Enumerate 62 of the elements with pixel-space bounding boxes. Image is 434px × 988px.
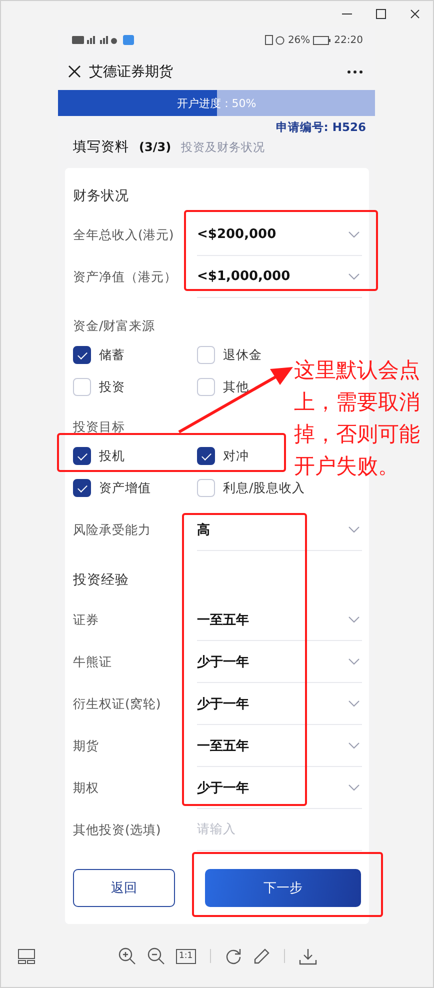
pencil-icon[interactable] — [252, 948, 270, 964]
field-label: 牛熊证 — [73, 654, 113, 670]
field-label: 其他投资(选填) — [73, 822, 162, 838]
section-heading: 投资经验 — [73, 571, 130, 590]
annotation-note: 这里默认会点上，需要取消掉，否则可能开户失败。 — [294, 357, 420, 480]
download-icon[interactable] — [298, 948, 317, 964]
maximize-icon[interactable] — [373, 6, 389, 22]
zoom-out-icon[interactable] — [147, 947, 165, 965]
step-count: (3/3) — [139, 140, 172, 154]
checkbox[interactable] — [197, 447, 215, 465]
battery-icon — [313, 36, 332, 44]
actual-size-button[interactable]: 1:1 — [176, 948, 196, 964]
next-button[interactable]: 下一步 — [205, 869, 361, 907]
application-number: 申请编号: H526 — [276, 120, 366, 134]
select-field[interactable]: 少于一年 — [197, 767, 362, 809]
back-button[interactable]: 返回 — [73, 869, 175, 907]
page-title: 艾德证券期货 — [89, 62, 174, 80]
thumbnails-icon[interactable] — [18, 948, 35, 964]
field-label: 期权 — [73, 780, 100, 796]
checkbox-label: 资产增值 — [99, 480, 151, 496]
field-label: 衍生权证(窝轮) — [73, 696, 162, 712]
select-field[interactable]: <$1,000,000 — [197, 256, 362, 298]
checkbox-label: 投机 — [99, 448, 125, 464]
close-icon[interactable] — [68, 65, 81, 78]
checkbox-label: 投资 — [99, 378, 125, 396]
checkbox-label: 对冲 — [223, 448, 249, 464]
select-field[interactable]: 一至五年 — [197, 725, 362, 767]
checkbox[interactable] — [73, 346, 91, 364]
checkbox[interactable] — [73, 447, 91, 465]
rotate-icon[interactable] — [224, 948, 242, 964]
select-field[interactable]: <$200,000 — [197, 214, 362, 256]
checkbox-label: 储蓄 — [99, 346, 125, 364]
field-label: 证券 — [73, 612, 100, 628]
battery-percent: 26% — [288, 34, 310, 46]
zoom-in-icon[interactable] — [118, 947, 136, 965]
select-field[interactable]: 高 — [197, 509, 362, 551]
chevron-down-icon — [348, 742, 360, 749]
chevron-down-icon — [348, 526, 360, 533]
clock-time: 22:20 — [334, 34, 363, 46]
field-label: 期货 — [73, 738, 100, 754]
select-field[interactable]: 少于一年 — [197, 641, 362, 683]
checkbox-label: 其他 — [223, 378, 249, 396]
chevron-down-icon — [348, 273, 360, 280]
field-label: 风险承受能力 — [73, 522, 152, 538]
chevron-down-icon — [348, 616, 360, 623]
section-heading: 财务状况 — [73, 187, 130, 206]
chevron-down-icon — [348, 231, 360, 238]
more-icon[interactable] — [347, 70, 363, 74]
chevron-down-icon — [348, 784, 360, 791]
checkbox[interactable] — [73, 479, 91, 497]
step-subtitle: 投资及财务状况 — [181, 140, 266, 155]
select-field[interactable]: 少于一年 — [197, 683, 362, 725]
group-label: 投资目标 — [73, 419, 125, 435]
select-field[interactable]: 一至五年 — [197, 599, 362, 641]
chevron-down-icon — [348, 700, 360, 707]
field-label: 资产净值（港元） — [73, 268, 178, 286]
group-label: 资金/财富来源 — [73, 318, 156, 334]
chevron-down-icon — [348, 658, 360, 665]
field-label: 全年总收入(港元) — [73, 226, 175, 244]
checkbox-label: 利息/股息收入 — [223, 480, 306, 496]
step-title: 填写资料 — [73, 138, 129, 156]
checkbox-label: 退休金 — [223, 346, 262, 364]
